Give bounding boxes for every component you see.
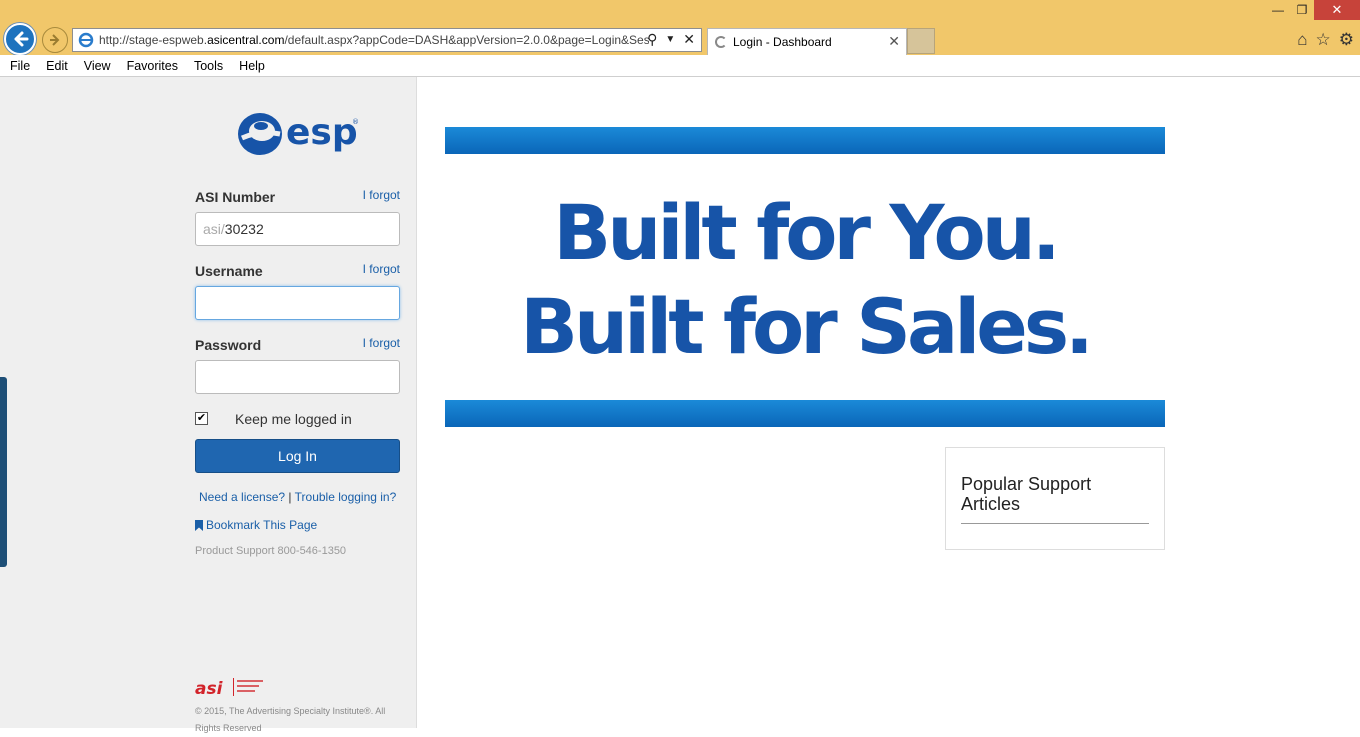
bookmark-label: Bookmark This Page: [206, 518, 318, 532]
asi-logo: asi: [195, 678, 263, 698]
popular-support-articles-box: Popular Support Articles: [945, 447, 1165, 550]
trouble-logging-in-link[interactable]: Trouble logging in?: [295, 490, 397, 504]
menu-bar: File Edit View Favorites Tools Help: [0, 55, 1360, 77]
svg-text:esp: esp: [286, 112, 358, 153]
hero-line-2: Built for Sales.: [520, 282, 1094, 371]
support-box-title: Popular Support Articles: [961, 474, 1092, 514]
forgot-username-link[interactable]: I forgot: [363, 262, 400, 276]
svg-text:®: ®: [352, 118, 359, 126]
login-panel: [0, 77, 417, 728]
minimize-icon[interactable]: —: [1266, 0, 1290, 20]
ie-page-icon: [78, 32, 94, 48]
username-field[interactable]: [195, 286, 400, 320]
side-panel-handle[interactable]: [0, 377, 7, 567]
forgot-password-link[interactable]: I forgot: [363, 336, 400, 350]
tab-login-dashboard[interactable]: Login - Dashboard ✕: [707, 28, 907, 55]
support-box-divider: [961, 523, 1149, 524]
keep-logged-in-checkbox[interactable]: ✔: [195, 412, 208, 425]
stop-icon[interactable]: ✕: [683, 31, 695, 49]
url-prefix: http://stage-espweb.: [99, 33, 208, 47]
browser-titlebar: http://stage-espweb.asicentral.com/defau…: [0, 0, 1360, 55]
url-suffix: /default.aspx?appCode=DASH&appVersion=2.…: [284, 33, 649, 47]
asi-number-label: ASI Number: [195, 189, 276, 205]
password-label: Password: [195, 337, 262, 353]
address-bar[interactable]: http://stage-espweb.asicentral.com/defau…: [72, 28, 702, 52]
favorites-star-icon[interactable]: ☆: [1316, 30, 1331, 50]
hero-line-1: Built for You.: [553, 188, 1060, 277]
new-tab-button[interactable]: [907, 28, 935, 54]
restore-icon[interactable]: ❐: [1290, 0, 1314, 20]
password-field[interactable]: [195, 360, 400, 394]
hero-top-bar: [445, 127, 1165, 154]
url-text[interactable]: http://stage-espweb.asicentral.com/defau…: [99, 33, 649, 47]
close-window-icon[interactable]: ✕: [1314, 0, 1360, 20]
menu-edit[interactable]: Edit: [38, 55, 76, 76]
back-arrow-icon: [14, 31, 29, 47]
menu-tools[interactable]: Tools: [186, 55, 231, 76]
back-button[interactable]: [4, 23, 36, 55]
url-domain: asicentral.com: [207, 33, 285, 47]
dropdown-icon[interactable]: ▼: [665, 31, 675, 49]
home-icon[interactable]: ⌂: [1297, 30, 1307, 50]
close-tab-icon[interactable]: ✕: [888, 33, 900, 50]
bookmark-icon: [195, 519, 203, 531]
hero-headline: Built for You. Built for Sales.: [445, 186, 1165, 374]
username-label: Username: [195, 263, 263, 279]
search-icon[interactable]: ⚲: [647, 31, 657, 49]
copyright-text: © 2015, The Advertising Specialty Instit…: [195, 706, 386, 733]
esp-logo: esp ®: [238, 112, 359, 155]
hero-bottom-bar: [445, 400, 1165, 427]
asi-prefix: asi/: [203, 221, 225, 237]
loading-spinner-icon: [715, 36, 727, 48]
help-links: Need a license? | Trouble logging in?: [199, 490, 396, 504]
need-license-link[interactable]: Need a license?: [199, 490, 285, 504]
tab-title: Login - Dashboard: [733, 35, 832, 49]
bookmark-link[interactable]: Bookmark This Page: [195, 518, 317, 532]
forward-arrow-icon: [50, 34, 60, 46]
link-separator: |: [288, 490, 292, 504]
menu-file[interactable]: File: [2, 55, 38, 76]
menu-favorites[interactable]: Favorites: [119, 55, 186, 76]
menu-view[interactable]: View: [76, 55, 119, 76]
forward-button[interactable]: [42, 27, 68, 53]
gear-icon[interactable]: ⚙: [1339, 30, 1354, 50]
asi-number-field[interactable]: asi/30232: [195, 212, 400, 246]
asi-number-value: 30232: [224, 221, 264, 237]
svg-text:asi: asi: [195, 679, 224, 698]
menu-help[interactable]: Help: [231, 55, 273, 76]
forgot-asi-link[interactable]: I forgot: [363, 188, 400, 202]
product-support-text: Product Support 800-546-1350: [195, 545, 347, 557]
keep-logged-in-label: Keep me logged in: [235, 411, 352, 427]
login-button[interactable]: Log In: [195, 439, 400, 473]
